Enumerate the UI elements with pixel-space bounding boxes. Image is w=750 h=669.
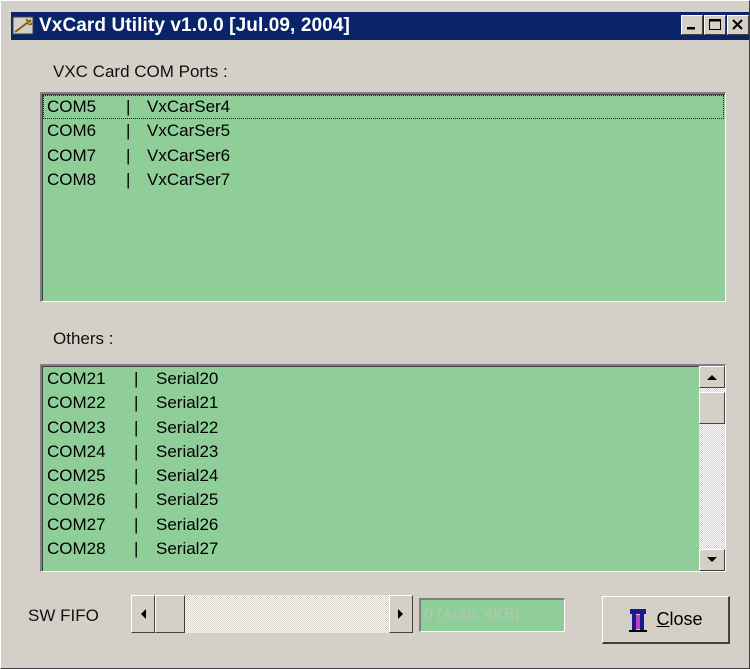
port-name: COM26 (47, 490, 106, 510)
app-icon[interactable] (12, 14, 36, 38)
separator: | (134, 369, 139, 388)
scroll-right-button[interactable] (389, 595, 413, 633)
arrow-down-icon (707, 557, 717, 562)
list-item[interactable]: COM24 | Serial23 (43, 440, 697, 464)
port-name: COM28 (47, 539, 106, 559)
list-item[interactable]: COM28 | Serial27 (43, 537, 697, 561)
slider-thumb[interactable] (155, 595, 185, 633)
arrow-up-icon (707, 375, 717, 380)
scroll-down-button[interactable] (699, 549, 725, 571)
port-name: COM24 (47, 441, 106, 461)
maximize-button[interactable] (704, 15, 726, 35)
port-name: COM25 (47, 466, 106, 486)
port-name: COM22 (47, 393, 106, 413)
port-name: COM23 (47, 417, 106, 437)
list-item[interactable]: COM8 | VxCarSer7 (43, 168, 724, 192)
window-title: VxCard Utility v1.0.0 [Jul.09, 2004] (39, 15, 350, 36)
list-item[interactable]: COM22 | Serial21 (43, 391, 697, 415)
close-button-label: Close (656, 609, 702, 630)
close-window-button[interactable] (727, 15, 749, 35)
door-exit-icon (629, 608, 648, 632)
list-item[interactable]: COM23 | Serial22 (43, 416, 697, 440)
maximize-icon (709, 19, 721, 30)
scroll-up-button[interactable] (699, 366, 725, 388)
close-accelerator: C (656, 609, 670, 629)
sw-fifo-slider[interactable] (131, 595, 413, 633)
separator: | (126, 97, 131, 116)
arrow-left-icon (141, 609, 146, 619)
window-controls (680, 15, 749, 35)
scroll-left-button[interactable] (131, 595, 155, 633)
port-name: COM7 (47, 145, 97, 165)
list-item[interactable]: COM26 | Serial25 (43, 488, 697, 512)
separator: | (126, 169, 131, 189)
device-name: Serial25 (156, 490, 219, 510)
sw-fifo-label: SW FIFO (28, 606, 99, 625)
scroll-thumb[interactable] (699, 392, 725, 424)
close-icon (732, 19, 743, 30)
list-item[interactable]: COM5 | VxCarSer4 (43, 95, 724, 120)
separator: | (134, 514, 139, 534)
separator: | (134, 393, 139, 413)
port-name: COM5 (47, 97, 97, 116)
port-name: COM8 (47, 169, 97, 189)
device-name: Serial27 (156, 539, 219, 559)
list-item[interactable]: COM25 | Serial24 (43, 464, 697, 488)
app-window: VxCard Utility v1.0.0 [Jul.09, 2004] VXC… (0, 0, 750, 669)
device-name: Serial24 (156, 466, 219, 486)
others-list-scrollbar[interactable] (699, 366, 725, 571)
port-name: COM27 (47, 514, 106, 534)
port-name: COM21 (47, 369, 106, 388)
device-name: Serial20 (156, 369, 219, 388)
list-item[interactable]: COM6 | VxCarSer5 (43, 119, 724, 143)
sw-fifo-value-field: 0 (Auto, 4KB) (419, 598, 565, 632)
minimize-icon (687, 27, 695, 30)
port-name: COM6 (47, 121, 97, 141)
device-name: VxCarSer6 (147, 145, 231, 165)
title-bar[interactable]: VxCard Utility v1.0.0 [Jul.09, 2004] (11, 12, 749, 40)
list-item[interactable]: COM21 | Serial20 (43, 367, 697, 391)
separator: | (134, 441, 139, 461)
device-name: VxCarSer5 (147, 121, 231, 141)
separator: | (126, 121, 131, 141)
vxc-ports-label: VXC Card COM Ports : (53, 62, 228, 81)
separator: | (134, 539, 139, 559)
list-item[interactable]: COM7 | VxCarSer6 (43, 144, 724, 168)
separator: | (134, 490, 139, 510)
others-ports-list[interactable]: COM21 | Serial20 COM22 | Serial21 COM23 … (40, 364, 726, 572)
device-name: VxCarSer7 (147, 169, 231, 189)
device-name: VxCarSer4 (147, 97, 231, 116)
separator: | (126, 145, 131, 165)
list-item[interactable]: COM27 | Serial26 (43, 513, 697, 537)
others-label: Others : (53, 329, 114, 348)
close-label-rest: lose (669, 609, 703, 629)
device-name: Serial21 (156, 393, 219, 413)
device-name: Serial23 (156, 441, 219, 461)
separator: | (134, 466, 139, 486)
minimize-button[interactable] (681, 15, 703, 35)
device-name: Serial26 (156, 514, 219, 534)
vxc-ports-list[interactable]: COM5 | VxCarSer4 COM6 | VxCarSer5 COM7 |… (40, 92, 726, 302)
separator: | (134, 417, 139, 437)
arrow-right-icon (398, 609, 403, 619)
close-button[interactable]: Close (602, 596, 730, 644)
device-name: Serial22 (156, 417, 219, 437)
